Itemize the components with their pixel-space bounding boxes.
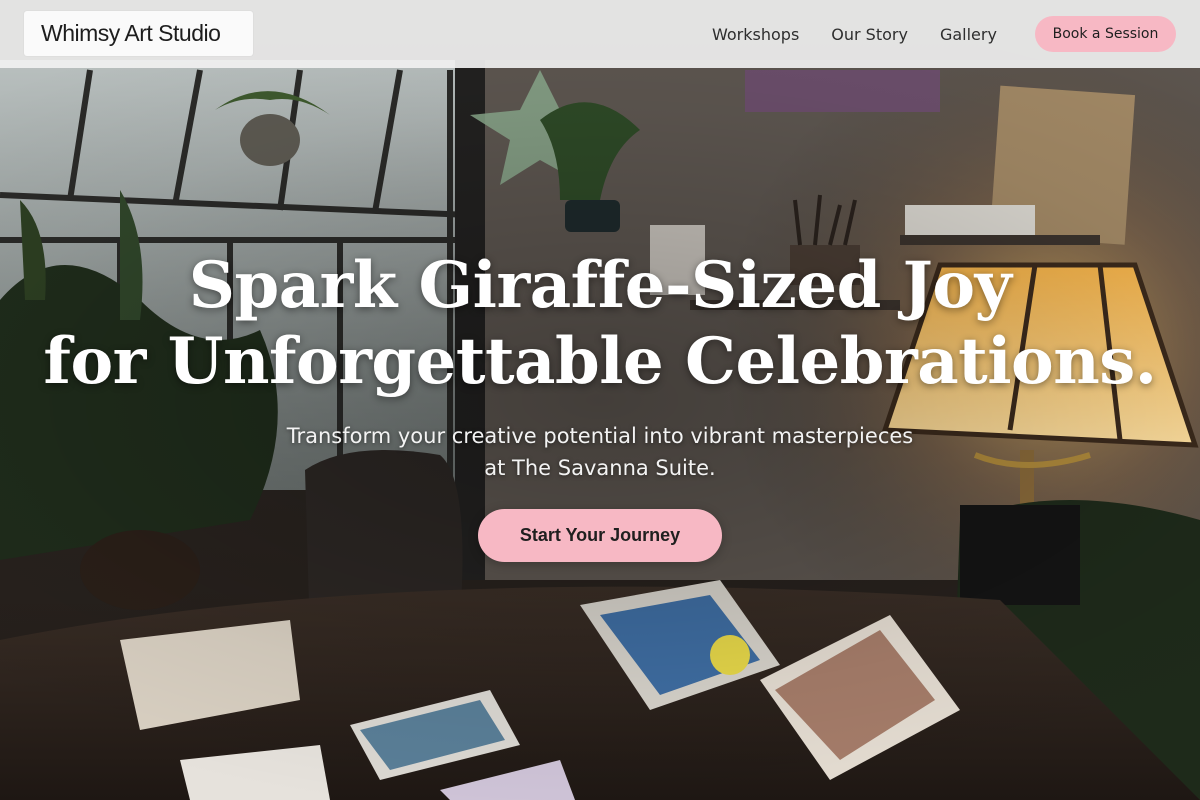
navbar: Whimsy Art Studio Workshops Our Story Ga…: [0, 0, 1200, 68]
nav-links: Workshops Our Story Gallery: [712, 0, 1029, 68]
hero-section: Spark Giraffe-Sized Joy for Unforgettabl…: [0, 0, 1200, 800]
nav-link-gallery[interactable]: Gallery: [940, 25, 997, 44]
brand-logo[interactable]: Whimsy Art Studio: [24, 11, 253, 56]
nav-link-our-story[interactable]: Our Story: [831, 25, 908, 44]
hero-title: Spark Giraffe-Sized Joy for Unforgettabl…: [0, 248, 1200, 400]
nav-link-workshops[interactable]: Workshops: [712, 25, 799, 44]
hero-title-line-2: for Unforgettable Celebrations.: [43, 324, 1157, 399]
hero-subtitle: Transform your creative potential into v…: [250, 420, 950, 484]
hero-subtitle-line-2: at The Savanna Suite.: [484, 456, 716, 480]
hero-dark-overlay: [0, 0, 1200, 800]
book-session-button[interactable]: Book a Session: [1035, 16, 1176, 52]
hero-subtitle-line-1: Transform your creative potential into v…: [286, 424, 914, 448]
start-journey-button[interactable]: Start Your Journey: [478, 509, 722, 562]
hero-title-line-1: Spark Giraffe-Sized Joy: [188, 248, 1012, 323]
